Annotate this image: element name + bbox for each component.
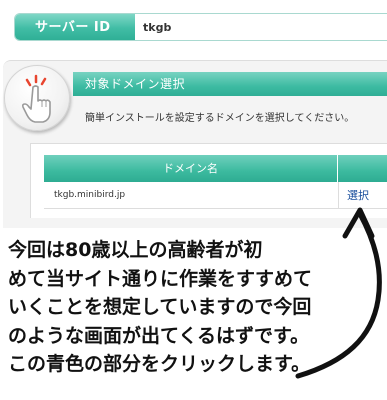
annotation-line: 今回は80歳以上の高齢者が初 (8, 239, 263, 261)
select-domain-link[interactable]: 選択 (347, 182, 369, 209)
hand-pointer-icon (4, 65, 70, 131)
panel-title: 対象ドメイン選択 (73, 72, 387, 96)
annotation-text: 今回は80歳以上の高齢者が初 めて当サイト通りに作業をすすめて いくことを想定し… (8, 236, 368, 379)
server-id-value: tkgb (143, 21, 172, 34)
annotation-line: いくことを想定していますので今回 (8, 296, 312, 318)
annotation-line: めて当サイト通りに作業をすすめて (8, 267, 313, 290)
domain-name-cell: tkgb.minibird.jp (54, 190, 126, 200)
cell-divider (338, 182, 339, 209)
table-row: tkgb.minibird.jp 選択 (44, 182, 387, 209)
annotation-line: のような画面が出てくるはずです。 (8, 324, 310, 347)
domain-table: ドメイン名 tkgb.minibird.jp 選択 (30, 143, 387, 218)
column-header-domain: ドメイン名 (44, 155, 338, 182)
panel-description: 簡単インストールを設定するドメインを選択してください。 (85, 113, 355, 124)
annotation-line: この青色の部分をクリックします。 (8, 353, 311, 375)
table-header: ドメイン名 (44, 155, 387, 182)
server-id-label: サーバー ID (15, 14, 135, 40)
server-id-bar: サーバー ID tkgb (14, 13, 387, 41)
